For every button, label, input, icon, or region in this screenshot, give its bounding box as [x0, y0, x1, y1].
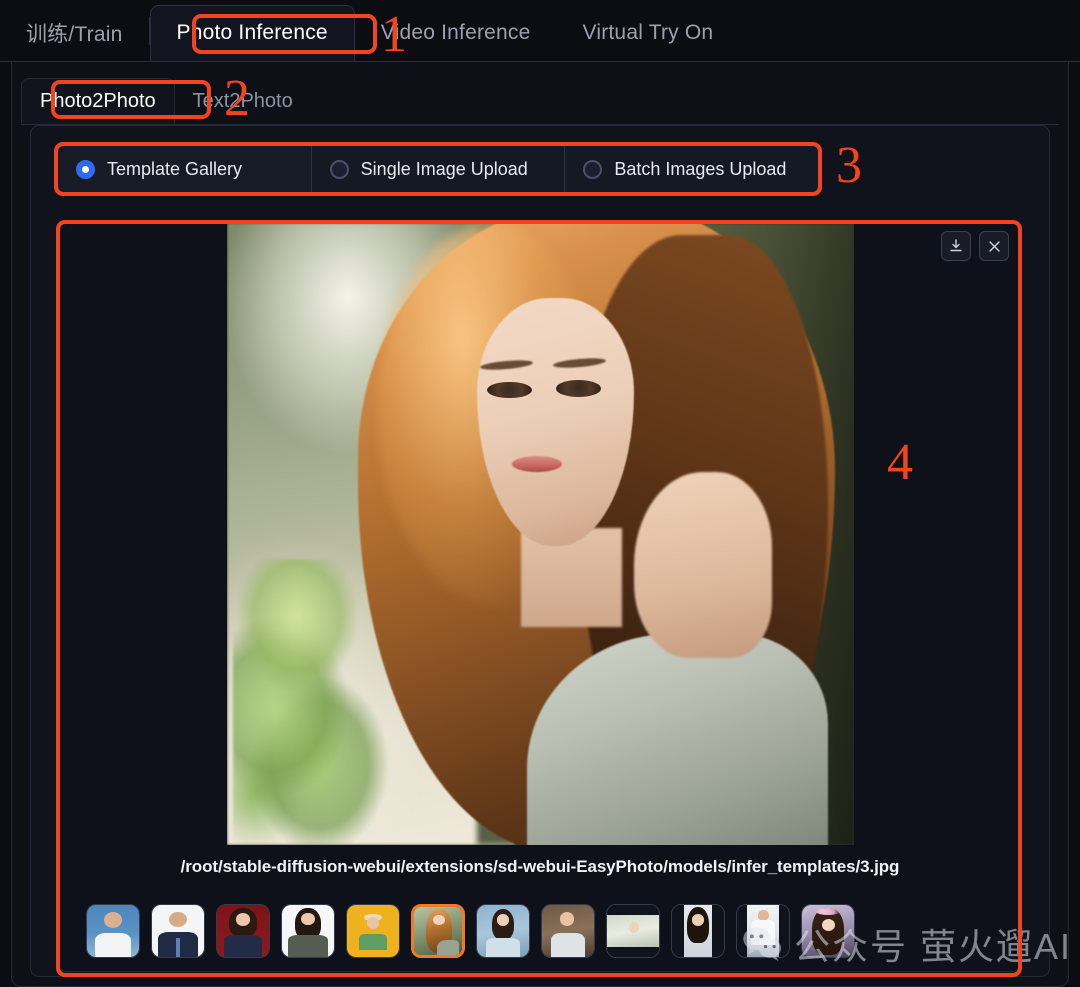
subtab-text2photo[interactable]: Text2Photo — [175, 78, 311, 124]
photo-eye-right — [556, 380, 601, 397]
radio-dot-icon — [330, 160, 349, 179]
radio-batch-images-upload-label: Batch Images Upload — [614, 159, 786, 180]
thumbnail-item[interactable] — [281, 904, 335, 958]
thumbnail-item[interactable] — [151, 904, 205, 958]
subtab-photo2photo-label: Photo2Photo — [40, 90, 156, 113]
tab-video-inference[interactable]: Video Inference — [355, 5, 557, 61]
radio-dot-icon — [76, 160, 95, 179]
tab-photo-inference-label: Photo Inference — [177, 21, 328, 45]
image-path-text: /root/stable-diffusion-webui/extensions/… — [181, 857, 900, 877]
photo-eye-left — [487, 382, 532, 399]
template-gallery-viewer: /root/stable-diffusion-webui/extensions/… — [58, 222, 1020, 972]
radio-dot-icon — [583, 160, 602, 179]
subtab-text2photo-label: Text2Photo — [193, 90, 293, 113]
thumbnail-item[interactable] — [346, 904, 400, 958]
thumbnail-item[interactable] — [476, 904, 530, 958]
radio-single-image-upload-label: Single Image Upload — [361, 159, 528, 180]
preview-stage — [59, 223, 1020, 845]
thumbnail-item[interactable] — [801, 904, 855, 958]
image-path-bar: /root/stable-diffusion-webui/extensions/… — [59, 845, 1020, 889]
close-icon[interactable] — [979, 231, 1009, 261]
thumbnail-item[interactable] — [606, 904, 660, 958]
preview-image[interactable] — [227, 223, 854, 845]
tab-video-inference-label: Video Inference — [381, 21, 531, 45]
radio-single-image-upload[interactable]: Single Image Upload — [312, 146, 566, 192]
photo-shoulder-skin — [634, 472, 772, 659]
download-icon[interactable] — [941, 231, 971, 261]
thumbnail-strip — [59, 889, 1020, 972]
thumbnail-item[interactable] — [541, 904, 595, 958]
tab-train-label: 训练/Train — [26, 18, 123, 48]
radio-template-gallery-label: Template Gallery — [107, 159, 242, 180]
tab-train[interactable]: 训练/Train — [0, 5, 149, 61]
main-tab-bar: 训练/Train Photo Inference Video Inference… — [0, 0, 1080, 62]
tab-virtual-try-on[interactable]: Virtual Try On — [557, 5, 740, 61]
radio-template-gallery[interactable]: Template Gallery — [58, 146, 312, 192]
radio-batch-images-upload[interactable]: Batch Images Upload — [565, 146, 818, 192]
thumbnail-item[interactable] — [216, 904, 270, 958]
tab-virtual-try-on-label: Virtual Try On — [583, 21, 714, 45]
thumbnail-item-selected[interactable] — [411, 904, 465, 958]
sub-tab-bar: Photo2Photo Text2Photo — [21, 76, 1059, 125]
thumbnail-item[interactable] — [86, 904, 140, 958]
tab-photo-inference[interactable]: Photo Inference — [150, 5, 355, 61]
thumbnail-item[interactable] — [671, 904, 725, 958]
thumbnail-item[interactable] — [736, 904, 790, 958]
viewer-toolbar — [941, 231, 1009, 261]
subtab-photo2photo[interactable]: Photo2Photo — [21, 78, 175, 124]
easyphoto-app: 训练/Train Photo Inference Video Inference… — [0, 0, 1080, 987]
source-mode-radio-group: Template Gallery Single Image Upload Bat… — [57, 145, 819, 193]
